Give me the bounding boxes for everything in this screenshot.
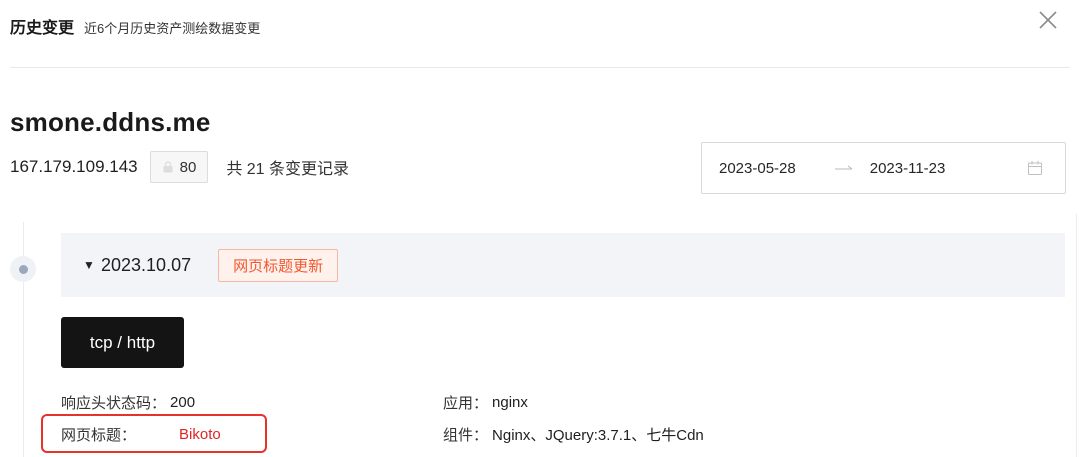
calendar-icon — [1028, 161, 1042, 175]
status-code-field: 响应头状态码： 200 — [61, 392, 195, 413]
date-range-picker[interactable]: 2023-05-28 2023-11-23 — [701, 142, 1066, 194]
asset-domain: smone.ddns.me — [10, 107, 211, 137]
start-date[interactable]: 2023-05-28 — [719, 160, 796, 177]
asset-ip: 167.179.109.143 — [10, 157, 138, 176]
expand-toggle-icon[interactable]: ▼ — [83, 258, 97, 272]
port-value: 80 — [179, 158, 197, 176]
arrow-right-icon — [834, 160, 854, 177]
close-button[interactable] — [1034, 6, 1062, 34]
application-field: 应用： nginx — [443, 392, 528, 413]
change-type-tag: 网页标题更新 — [218, 248, 339, 282]
history-change-dialog: 历史变更 近6个月历史资产测绘数据变更 smone.ddns.me 167.17… — [0, 0, 1080, 457]
status-code-label: 响应头状态码： — [61, 395, 167, 412]
close-icon — [1039, 11, 1057, 29]
protocol-tag: tcp / http — [61, 317, 184, 368]
dialog-title: 历史变更 — [10, 20, 75, 37]
scroll-area-edge — [1076, 214, 1077, 457]
highlight-annotation-box — [41, 414, 267, 453]
lock-icon — [163, 161, 173, 173]
component-field: 组件： Nginx、JQuery:3.7.1、七牛Cdn — [443, 424, 704, 445]
header-divider — [10, 67, 1070, 68]
application-label: 应用： — [443, 395, 489, 412]
entry-date: 2023.10.07 — [101, 254, 192, 275]
component-value: Nginx、JQuery:3.7.1、七牛Cdn — [492, 427, 704, 444]
timeline-dot — [10, 256, 36, 282]
dialog-subtitle: 近6个月历史资产测绘数据变更 — [84, 21, 261, 36]
change-entry-header[interactable]: ▼ 2023.10.07 网页标题更新 — [61, 233, 1065, 297]
asset-info-row: 167.179.109.143 80 共 21 条变更记录 — [10, 150, 349, 184]
dialog-header: 历史变更 近6个月历史资产测绘数据变更 — [10, 14, 260, 40]
status-code-value: 200 — [170, 394, 196, 411]
port-badge: 80 — [149, 151, 209, 183]
record-count: 共 21 条变更记录 — [226, 161, 350, 178]
component-label: 组件： — [443, 427, 489, 444]
end-date[interactable]: 2023-11-23 — [870, 160, 946, 177]
application-value: nginx — [492, 394, 528, 411]
